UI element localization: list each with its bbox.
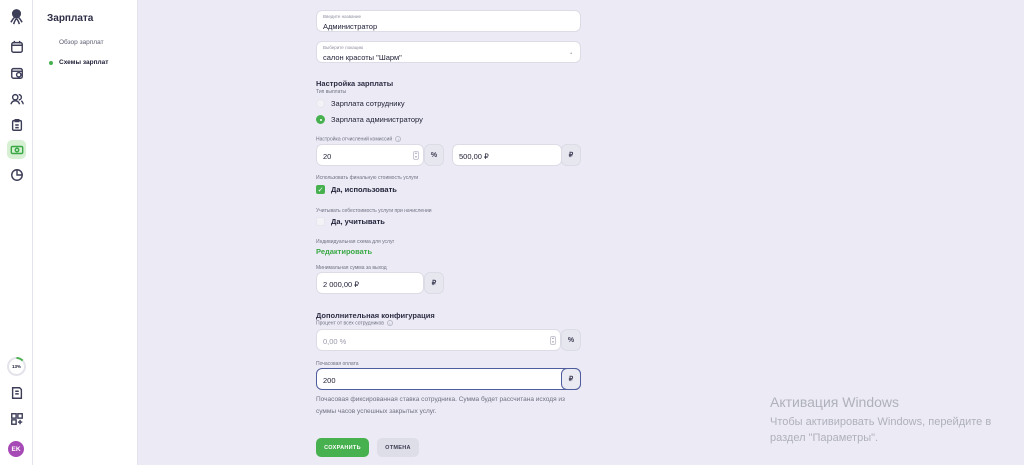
checkbox-checked-icon[interactable]: ✓ bbox=[316, 185, 325, 194]
location-select-label: Выберите локацию bbox=[323, 45, 364, 50]
commission-amount-unit: ₽ bbox=[561, 144, 581, 166]
hourly-rate-unit: ₽ bbox=[561, 368, 581, 390]
payment-option-employee[interactable]: Зарплата сотруднику bbox=[316, 99, 405, 108]
stepper-icon[interactable]: ▲ ▼ bbox=[413, 151, 419, 160]
final-cost-checkbox[interactable]: ✓ Да, использовать bbox=[316, 185, 397, 194]
radio-selected-icon[interactable] bbox=[316, 115, 325, 124]
clients-icon[interactable] bbox=[7, 89, 26, 108]
watermark-title: Активация Windows bbox=[770, 394, 900, 410]
commission-percent-value: 20 bbox=[323, 152, 332, 161]
salary-settings-title: Настройка зарплаты bbox=[316, 79, 394, 88]
payment-option-admin[interactable]: Зарплата администратору bbox=[316, 115, 423, 124]
commission-amount-value: 500,00 ₽ bbox=[459, 152, 489, 161]
payment-option-employee-label: Зарплата сотруднику bbox=[331, 99, 405, 108]
octopus-logo-icon[interactable] bbox=[6, 6, 27, 27]
min-amount-label: Минимальная сумма за выход bbox=[316, 265, 387, 271]
location-select-value: салон красоты "Шарм" bbox=[323, 53, 402, 62]
final-cost-label: Использовать финальную стоимость услуги bbox=[316, 175, 419, 181]
edit-link[interactable]: Редактировать bbox=[316, 247, 372, 256]
min-amount-unit: ₽ bbox=[424, 272, 444, 294]
avatar[interactable]: EK bbox=[8, 441, 24, 457]
stepper-icon[interactable]: ▲ ▼ bbox=[550, 336, 556, 345]
checkbox-icon[interactable] bbox=[316, 217, 325, 226]
commission-amount-input[interactable]: 500,00 ₽ bbox=[452, 144, 562, 166]
icon-rail: 13% EK bbox=[0, 0, 33, 465]
radio-icon[interactable] bbox=[316, 99, 325, 108]
additional-config-title: Дополнительная конфигурация bbox=[316, 311, 435, 320]
salary-subnav: Зарплата Обзор зарплат Схемы зарплат bbox=[33, 0, 138, 465]
hourly-rate-value: 200 bbox=[323, 376, 336, 385]
location-select[interactable]: Выберите локацию салон красоты "Шарм" • bbox=[316, 41, 581, 63]
apps-add-icon[interactable] bbox=[7, 409, 26, 428]
name-field-value: Администратор bbox=[323, 22, 378, 31]
name-field-label: Введите название bbox=[323, 14, 361, 19]
commission-percent-unit: % bbox=[424, 144, 444, 166]
progress-label: 13% bbox=[9, 359, 24, 374]
info-icon[interactable]: i bbox=[395, 136, 402, 142]
min-amount-input[interactable]: 2 000,00 ₽ bbox=[316, 272, 424, 294]
percent-all-label-text: Процент от всех сотрудников bbox=[316, 320, 384, 327]
windows-activation-watermark: Активация Windows Чтобы активировать Win… bbox=[770, 394, 1015, 446]
final-cost-option-label: Да, использовать bbox=[331, 185, 397, 194]
commission-label: Настройка отчислений комиссий i bbox=[316, 136, 402, 143]
cost-price-checkbox[interactable]: Да, учитывать bbox=[316, 217, 385, 226]
cancel-button[interactable]: ОТМЕНА bbox=[377, 438, 419, 457]
payment-option-admin-label: Зарплата администратору bbox=[331, 115, 423, 124]
individual-scheme-label: Индивидуальная схема для услуг bbox=[316, 239, 395, 245]
watermark-text: Чтобы активировать Windows, перейдите в … bbox=[770, 416, 992, 444]
commission-label-text: Настройка отчислений комиссий bbox=[316, 136, 393, 143]
chart-pie-icon[interactable] bbox=[7, 165, 26, 184]
book-icon[interactable] bbox=[7, 383, 26, 402]
calendar-clock-icon[interactable] bbox=[7, 63, 26, 82]
min-amount-value: 2 000,00 ₽ bbox=[323, 280, 360, 289]
percent-all-unit: % bbox=[561, 329, 581, 351]
hourly-label: Почасовая оплата bbox=[316, 361, 359, 367]
chevron-down-icon: • bbox=[570, 51, 572, 57]
cost-price-label: Учитывать себестоимость услуги при начис… bbox=[316, 208, 432, 214]
progress-indicator[interactable]: 13% bbox=[7, 357, 26, 376]
hourly-rate-input[interactable]: 200 bbox=[316, 368, 581, 390]
save-button[interactable]: СОХРАНИТЬ bbox=[316, 438, 369, 457]
active-dot-icon bbox=[49, 61, 53, 65]
money-icon[interactable] bbox=[7, 140, 26, 159]
payment-type-label: Тип выплаты bbox=[316, 89, 347, 95]
clipboard-icon[interactable] bbox=[7, 115, 26, 134]
info-icon[interactable]: i bbox=[386, 320, 393, 326]
subnav-item-salary-schemes[interactable]: Схемы зарплат bbox=[59, 59, 108, 66]
percent-all-label: Процент от всех сотрудников i bbox=[316, 320, 393, 326]
percent-all-input[interactable]: 0,00 % ▲ ▼ bbox=[316, 329, 561, 351]
hourly-rate-hint: Почасовая фиксированная ставка сотрудник… bbox=[316, 396, 566, 415]
calendar-icon[interactable] bbox=[7, 37, 26, 56]
cost-price-option-label: Да, учитывать bbox=[331, 217, 385, 226]
percent-all-placeholder: 0,00 % bbox=[323, 337, 347, 346]
name-field[interactable]: Введите название Администратор bbox=[316, 10, 581, 32]
subnav-title: Зарплата bbox=[47, 13, 94, 24]
subnav-item-salary-overview[interactable]: Обзор зарплат bbox=[59, 39, 104, 46]
commission-percent-input[interactable]: 20 ▲ ▼ bbox=[316, 144, 424, 166]
